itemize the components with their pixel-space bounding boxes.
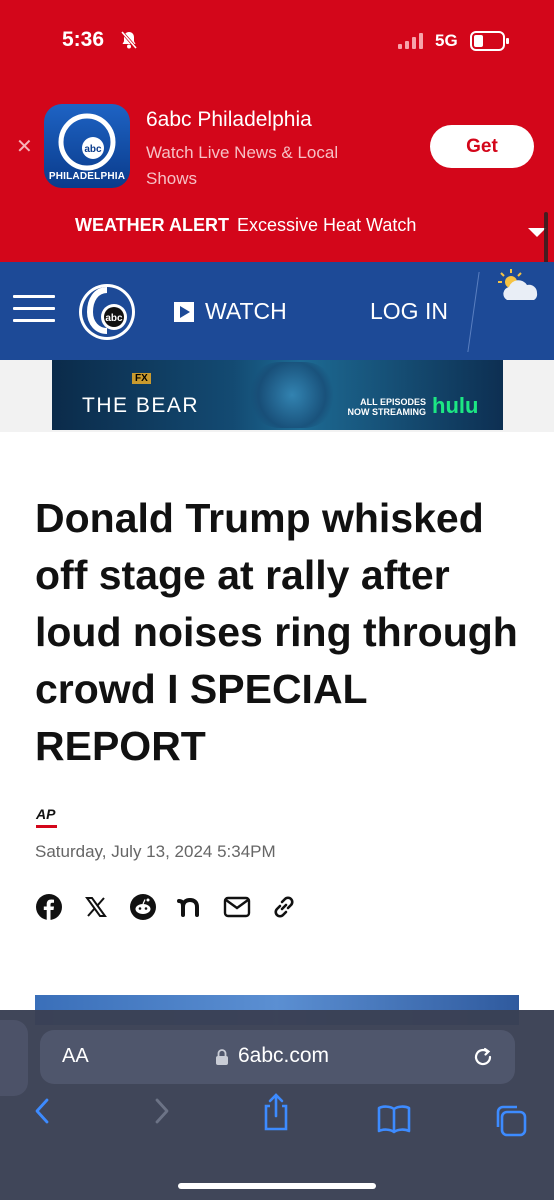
app-icon[interactable]: abc PHILADELPHIA	[44, 104, 130, 188]
get-app-button[interactable]: Get	[430, 125, 534, 168]
source-underline	[36, 825, 57, 828]
article-headline: Donald Trump whisked off stage at rally …	[35, 495, 518, 769]
text-size-button[interactable]: AA	[62, 1045, 89, 1068]
ad-title: THE BEAR	[82, 394, 200, 417]
partly-sunny-icon[interactable]	[497, 268, 541, 304]
site-nav: abc WATCH LOG IN	[0, 262, 554, 360]
network-type: 5G	[435, 31, 458, 50]
app-subtitle: Watch Live News & Local Shows	[146, 143, 339, 188]
hulu-logo: hulu	[432, 393, 479, 418]
ad-banner[interactable]: FX THE BEAR ALL EPISODES NOW STREAMING h…	[52, 360, 503, 430]
app-name: 6abc Philadelphia	[146, 108, 312, 131]
watch-link[interactable]: WATCH	[174, 298, 287, 325]
share-icon[interactable]	[260, 1092, 292, 1132]
6abc-logo[interactable]: abc	[77, 282, 137, 342]
x-icon[interactable]	[81, 892, 111, 922]
forward-icon[interactable]	[152, 1096, 172, 1126]
share-bar	[34, 892, 316, 922]
reload-icon[interactable]	[470, 1044, 496, 1070]
channel-6-logo-icon: abc	[58, 113, 116, 171]
cell-signal-icon	[398, 33, 423, 49]
facebook-icon[interactable]	[34, 892, 64, 922]
app-icon-label: PHILADELPHIA	[48, 171, 126, 182]
home-indicator[interactable]	[178, 1183, 376, 1189]
email-icon[interactable]	[222, 892, 252, 922]
lock-icon	[216, 1049, 228, 1065]
play-icon	[174, 301, 194, 322]
bookmarks-icon[interactable]	[376, 1104, 412, 1134]
ad-streaming-text: ALL EPISODES NOW STREAMING	[347, 397, 427, 417]
status-time: 5:36	[62, 28, 105, 51]
weather-alert[interactable]: WEATHER ALERT Excessive Heat Watch	[75, 215, 416, 236]
article-date: Saturday, July 13, 2024 5:34PM	[35, 842, 276, 861]
login-link[interactable]: LOG IN	[370, 298, 448, 325]
watch-label: WATCH	[205, 298, 287, 324]
logo-text: abc	[105, 313, 123, 324]
address-bar[interactable]: AA 6abc.com	[40, 1030, 515, 1084]
ad-network: FX	[132, 373, 151, 384]
text-size-label: AA	[62, 1045, 89, 1067]
back-icon[interactable]	[32, 1096, 52, 1126]
weather-alert-text: Excessive Heat Watch	[236, 215, 417, 235]
weather-alert-label: WEATHER ALERT	[75, 215, 229, 235]
previous-tab[interactable]	[0, 1020, 28, 1096]
dismiss-banner-button[interactable]: ✕	[16, 134, 33, 159]
bear-graphic	[247, 362, 337, 428]
battery-icon	[470, 31, 509, 51]
tabs-icon[interactable]	[494, 1104, 528, 1138]
reddit-icon[interactable]	[128, 892, 158, 922]
silent-bell-icon	[120, 31, 138, 49]
nextdoor-icon[interactable]	[175, 892, 205, 922]
svg-text:abc: abc	[84, 144, 102, 155]
app-banner-region: 5:36 5G ✕ abc PHILADELPHIA 6abc Philadel…	[0, 0, 554, 262]
menu-icon[interactable]	[13, 295, 55, 331]
nav-divider	[467, 272, 480, 352]
url-text[interactable]: 6abc.com	[238, 1044, 329, 1068]
source-logo[interactable]: AP	[36, 806, 55, 822]
link-icon[interactable]	[269, 892, 299, 922]
